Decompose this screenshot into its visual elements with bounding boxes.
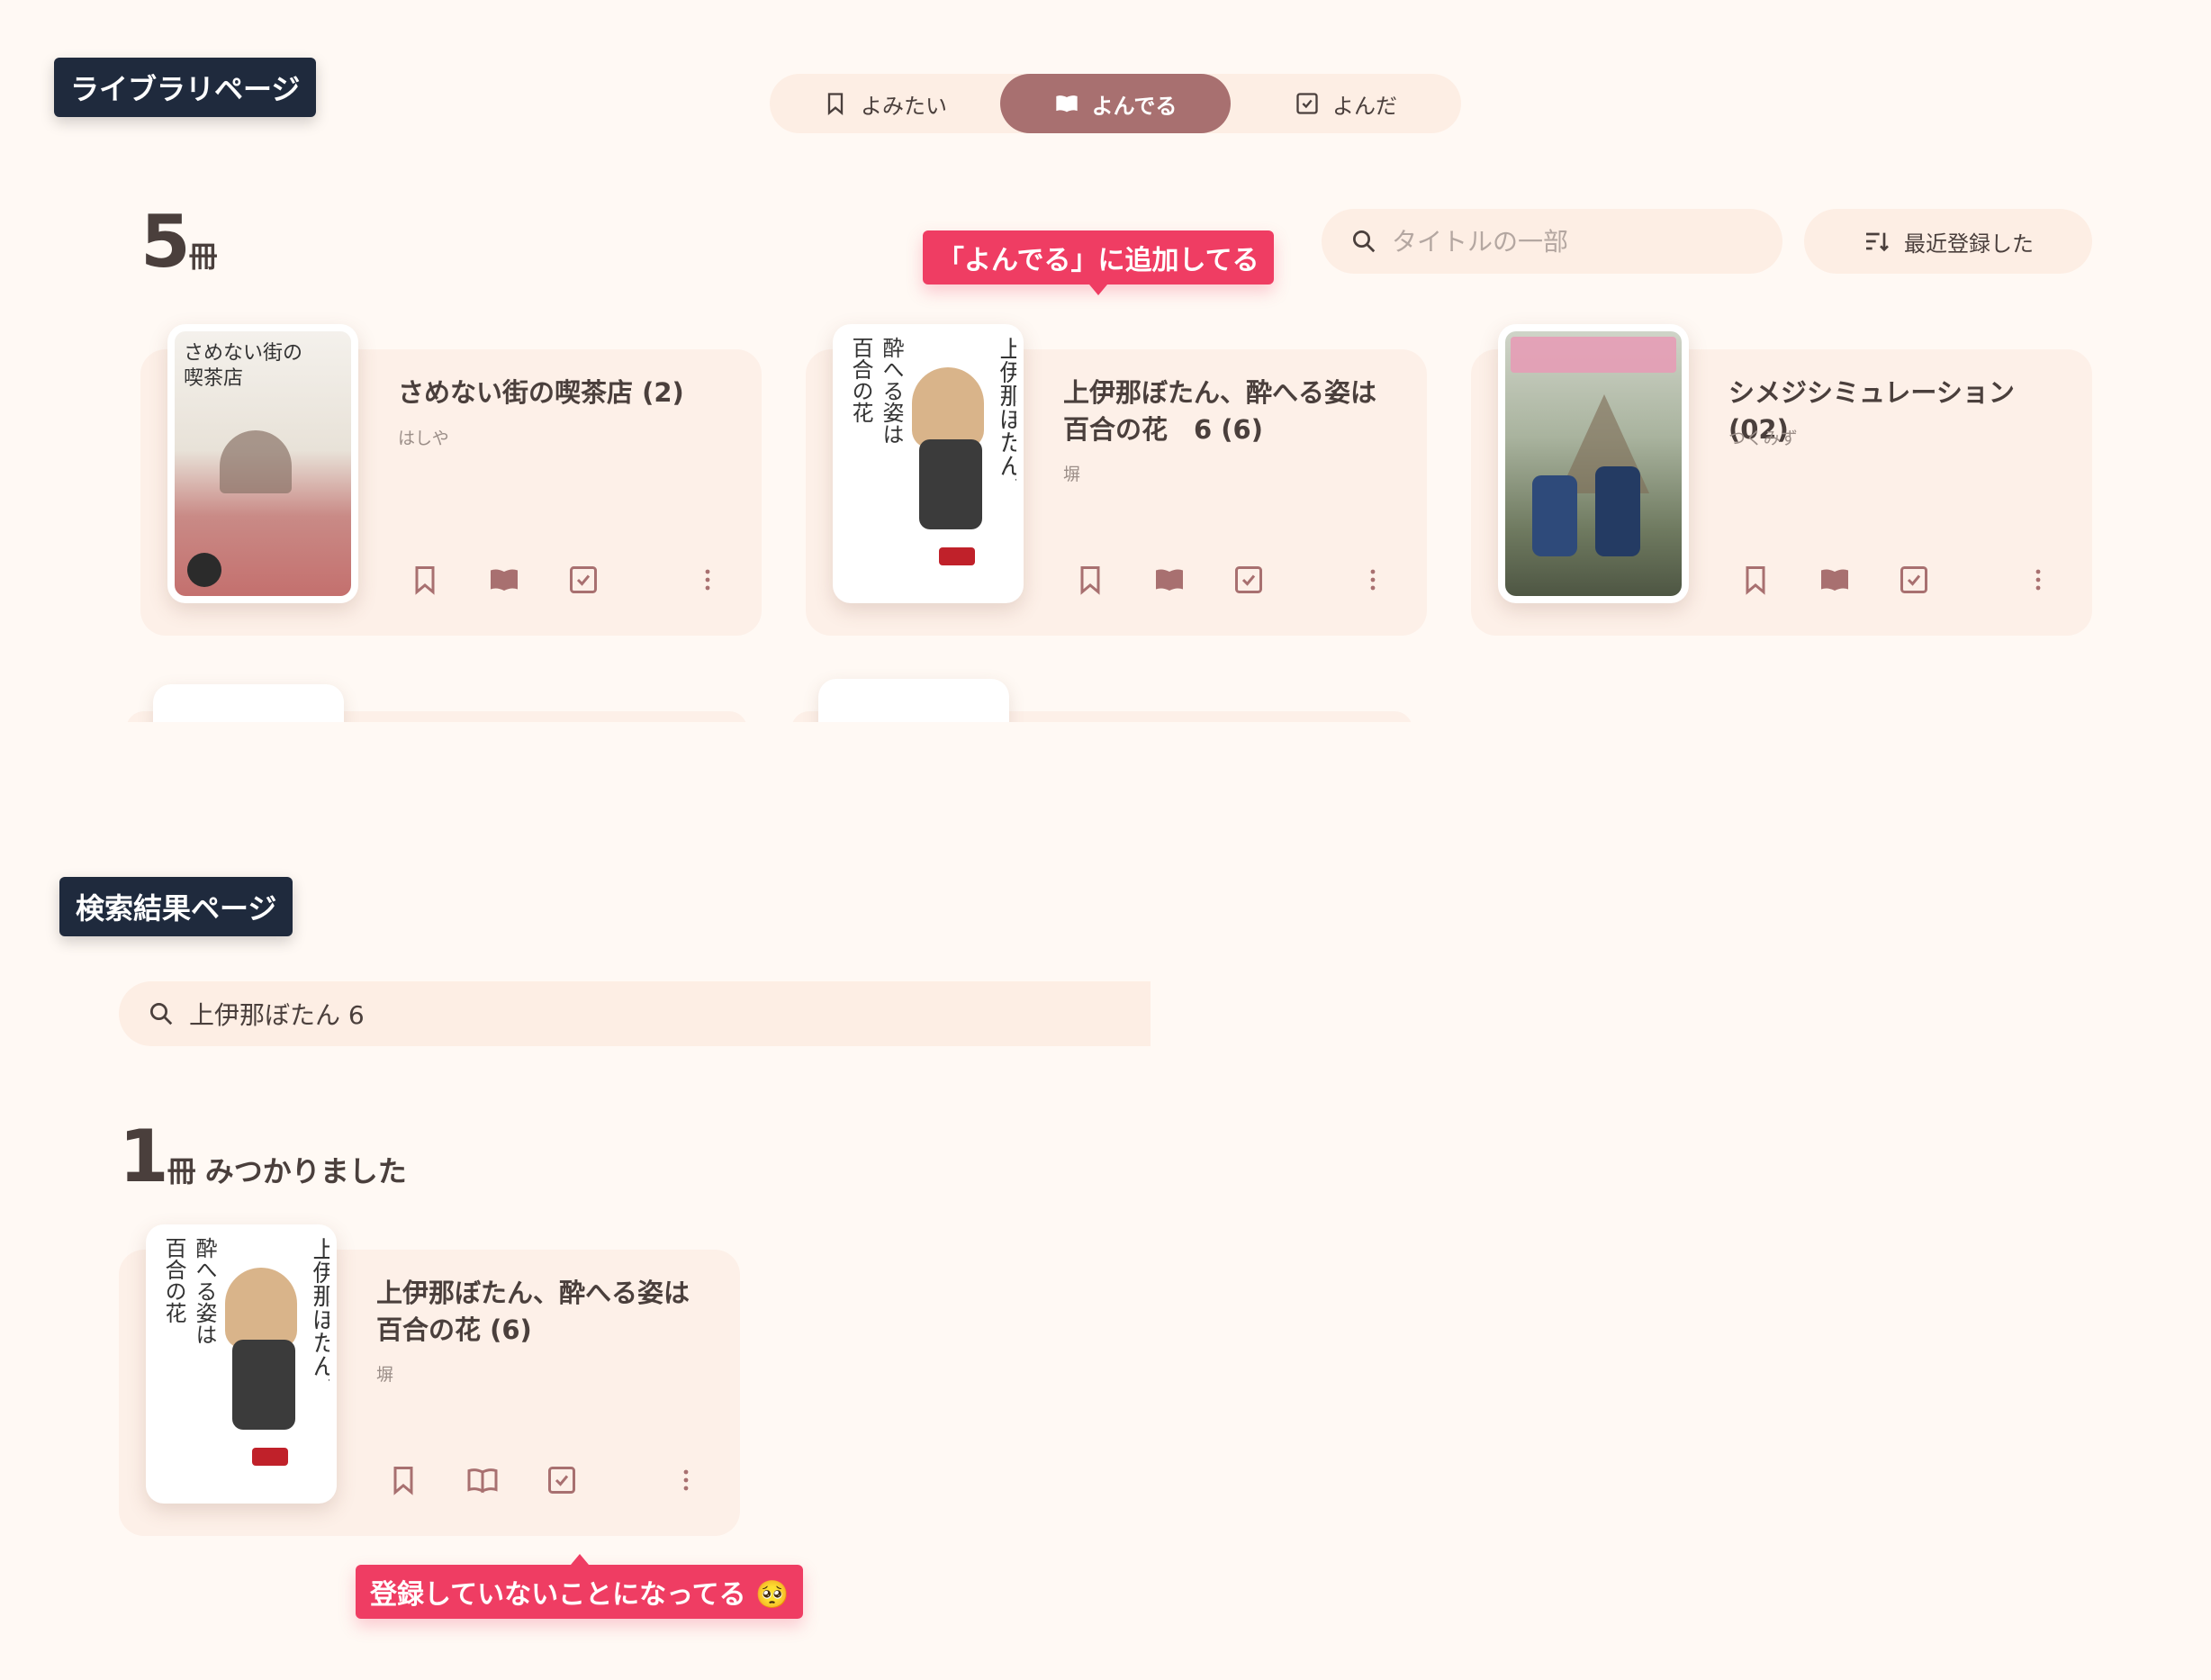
not-registered-tooltip: 登録していないことになってる 🥺 bbox=[356, 1554, 804, 1619]
book-cover[interactable]: さめない街の 喫茶店 bbox=[167, 324, 358, 603]
reading-added-tooltip: 「よんでる」に追加してる bbox=[923, 230, 1274, 295]
book-author: 塀 bbox=[1063, 465, 1081, 484]
more-vertical-icon bbox=[683, 1469, 689, 1491]
more-button[interactable] bbox=[668, 1462, 704, 1498]
reading-button[interactable] bbox=[1817, 562, 1853, 598]
search-result-card[interactable]: 上伊那ぼたん、 百合の花 酔へる姿は 上伊那ぼたん、酔へる姿は百合の花 (6) … bbox=[119, 1224, 740, 1536]
read-button[interactable] bbox=[565, 562, 601, 598]
open-book-icon bbox=[1821, 569, 1848, 591]
want-to-read-button[interactable] bbox=[407, 562, 443, 598]
bookmark-icon bbox=[415, 566, 435, 595]
open-book-icon bbox=[491, 569, 518, 591]
more-button[interactable] bbox=[1355, 562, 1391, 598]
sort-icon bbox=[1866, 232, 1889, 252]
book-card[interactable]: 上伊那ぼたん、 百合の花 酔へる姿は 上伊那ぼたん、酔へる姿は百合の花 6 (6… bbox=[806, 324, 1427, 636]
read-button[interactable] bbox=[1231, 562, 1267, 598]
more-vertical-icon bbox=[1370, 569, 1376, 591]
book-card[interactable]: シメジシミュレーション (02) つくみず bbox=[1471, 324, 2092, 636]
search-icon bbox=[150, 1003, 173, 1025]
book-actions bbox=[1737, 562, 2056, 598]
search-query-input[interactable] bbox=[189, 998, 1122, 1029]
book-cover[interactable]: 上伊那ぼたん、 百合の花 酔へる姿は bbox=[833, 324, 1024, 603]
want-to-read-button[interactable] bbox=[385, 1462, 421, 1498]
book-author: つくみず bbox=[1728, 429, 1798, 448]
library-search-box bbox=[1322, 209, 1782, 274]
book-card[interactable]: さめない街の 喫茶店 さめない街の喫茶店 (2) はしや bbox=[140, 324, 762, 636]
search-page-label: 検索結果ページ bbox=[59, 877, 293, 936]
checkbox-icon bbox=[570, 566, 597, 593]
bookmark-icon bbox=[1746, 566, 1765, 595]
book-author: はしや bbox=[398, 429, 449, 448]
checkbox-icon bbox=[1900, 566, 1927, 593]
shelf-tabs: よみたい よんでる よんだ bbox=[770, 74, 1461, 133]
search-result-count: 1冊 みつかりました bbox=[119, 1115, 407, 1198]
read-button[interactable] bbox=[544, 1462, 580, 1498]
library-book-count: 5冊 bbox=[140, 200, 218, 284]
more-vertical-icon bbox=[2035, 569, 2041, 591]
tab-read[interactable]: よんだ bbox=[1231, 74, 1461, 133]
checkbox-icon bbox=[1296, 93, 1318, 114]
tab-want-to-read[interactable]: よみたい bbox=[770, 74, 1000, 133]
book-actions bbox=[1072, 562, 1391, 598]
reading-button[interactable] bbox=[486, 562, 522, 598]
book-actions bbox=[407, 562, 726, 598]
more-button[interactable] bbox=[690, 562, 726, 598]
book-cover[interactable] bbox=[1498, 324, 1689, 603]
search-icon bbox=[1353, 230, 1376, 253]
library-page-label: ライブラリページ bbox=[54, 58, 317, 117]
want-to-read-button[interactable] bbox=[1737, 562, 1773, 598]
reading-button[interactable] bbox=[1151, 562, 1187, 598]
book-actions bbox=[385, 1462, 704, 1498]
read-button[interactable] bbox=[1896, 562, 1932, 598]
library-search-input[interactable] bbox=[1392, 226, 1754, 257]
open-book-icon bbox=[1055, 95, 1078, 113]
book-title[interactable]: さめない街の喫茶店 (2) bbox=[398, 375, 726, 411]
next-row-clipped bbox=[126, 666, 1440, 722]
bookmark-icon bbox=[393, 1467, 413, 1495]
want-to-read-button[interactable] bbox=[1072, 562, 1108, 598]
checkbox-icon bbox=[548, 1467, 575, 1494]
sort-button[interactable]: 最近登録した bbox=[1804, 209, 2092, 274]
more-button[interactable] bbox=[2020, 562, 2056, 598]
open-book-outline-icon bbox=[467, 1468, 498, 1494]
reading-button[interactable] bbox=[465, 1462, 501, 1498]
bookmark-icon bbox=[827, 93, 844, 115]
book-author: 塀 bbox=[376, 1365, 394, 1385]
bookmark-icon bbox=[1080, 566, 1100, 595]
search-box bbox=[119, 981, 1151, 1046]
checkbox-icon bbox=[1235, 566, 1262, 593]
more-vertical-icon bbox=[705, 569, 710, 591]
book-title[interactable]: 上伊那ぼたん、酔へる姿は百合の花 6 (6) bbox=[1063, 375, 1391, 448]
book-cover[interactable]: 上伊那ぼたん、 百合の花 酔へる姿は bbox=[146, 1224, 337, 1504]
open-book-icon bbox=[1156, 569, 1183, 591]
book-title[interactable]: 上伊那ぼたん、酔へる姿は百合の花 (6) bbox=[376, 1275, 704, 1349]
tab-reading[interactable]: よんでる bbox=[1000, 74, 1231, 133]
